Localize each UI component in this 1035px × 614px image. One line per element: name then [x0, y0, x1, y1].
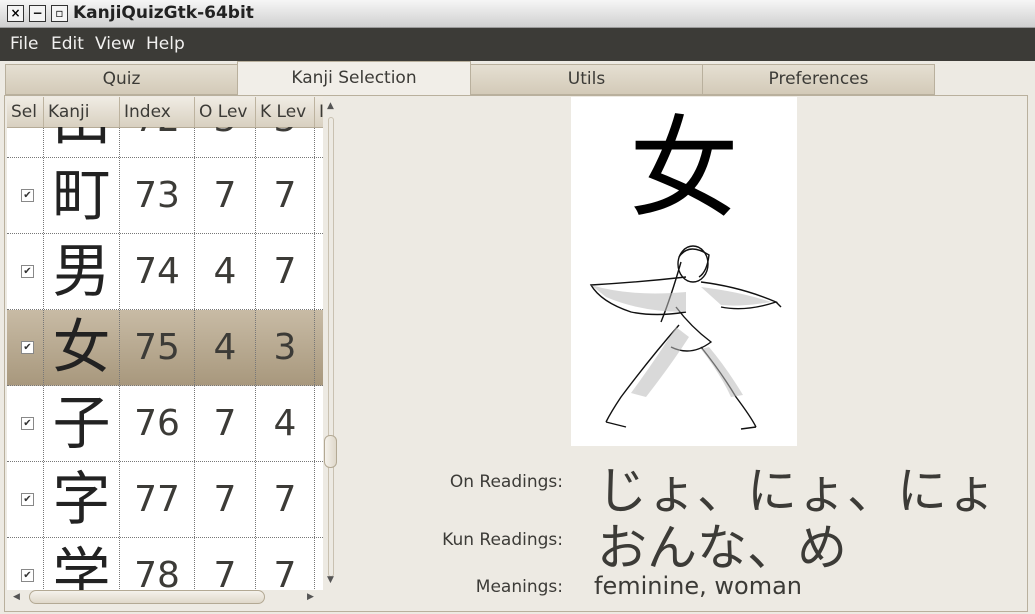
kanji-cell: 子 [44, 386, 120, 461]
index-cell: 73 [120, 158, 195, 233]
extra-cell [315, 127, 323, 157]
on-readings-label: On Readings: [449, 472, 563, 492]
kanji-cell: 田 [44, 127, 120, 157]
k-lev-cell: 3 [256, 310, 315, 385]
kanji-cell: 女 [44, 310, 120, 385]
index-cell: 78 [120, 538, 195, 590]
o-lev-cell: 7 [195, 538, 256, 590]
tab-quiz[interactable]: Quiz [5, 64, 238, 95]
scroll-thumb[interactable] [324, 435, 337, 468]
scroll-up-arrow-icon[interactable]: ▲ [327, 101, 334, 111]
kanji-mnemonic-image: 女 [571, 97, 797, 446]
sel-cell: ✔ [7, 234, 44, 309]
column-header-k-lev[interactable]: K Lev [256, 97, 315, 127]
k-lev-cell: 3 [256, 127, 315, 157]
extra-cell [315, 158, 323, 233]
scroll-left-arrow-icon[interactable]: ◀ [13, 592, 20, 602]
scroll-down-arrow-icon[interactable]: ▼ [327, 575, 334, 585]
scroll-right-arrow-icon[interactable]: ▶ [307, 592, 314, 602]
column-header-kanji[interactable]: Kanji [44, 97, 120, 127]
table-row[interactable]: ✔ 町 73 7 7 [7, 158, 323, 234]
k-lev-cell: 7 [256, 462, 315, 537]
menu-file[interactable]: File [10, 34, 38, 54]
tab-bar: Quiz Kanji Selection Utils Preferences [0, 61, 1035, 96]
index-cell: 76 [120, 386, 195, 461]
column-header-index[interactable]: Index [120, 97, 195, 127]
close-window-button[interactable]: × [7, 5, 24, 22]
horizontal-scroll-thumb[interactable] [29, 590, 265, 604]
kanji-table[interactable]: Sel Kanji Index O Lev K Lev I ✔田7233✔町73… [7, 97, 323, 590]
kun-readings-value: おんな、め [597, 519, 847, 577]
index-cell: 72 [120, 127, 195, 157]
tab-utils[interactable]: Utils [470, 64, 703, 95]
sel-cell: ✔ [7, 386, 44, 461]
tab-kanji-selection[interactable]: Kanji Selection [237, 61, 471, 96]
select-checkbox[interactable]: ✔ [21, 417, 34, 430]
column-header-o-lev[interactable]: O Lev [195, 97, 256, 127]
kanji-cell: 町 [44, 158, 120, 233]
sel-cell: ✔ [7, 462, 44, 537]
index-cell: 75 [120, 310, 195, 385]
column-header-sel[interactable]: Sel [7, 97, 44, 127]
extra-cell [315, 386, 323, 461]
menu-help[interactable]: Help [146, 34, 185, 54]
table-row[interactable]: ✔ 女 75 4 3 [7, 310, 323, 386]
k-lev-cell: 7 [256, 158, 315, 233]
sel-cell: ✔ [7, 310, 44, 385]
select-checkbox[interactable]: ✔ [21, 265, 34, 278]
k-lev-cell: 4 [256, 386, 315, 461]
index-cell: 74 [120, 234, 195, 309]
table-row[interactable]: ✔ 男 74 4 7 [7, 234, 323, 310]
minimize-window-button[interactable]: − [29, 5, 46, 22]
o-lev-cell: 3 [195, 127, 256, 157]
table-row[interactable]: ✔田7233 [7, 127, 323, 158]
o-lev-cell: 7 [195, 158, 256, 233]
table-header: Sel Kanji Index O Lev K Lev I [7, 97, 323, 128]
table-body: ✔田7233✔町7377✔男7447✔女7543✔子7674✔字7777✔学78… [7, 127, 323, 590]
table-vertical-scrollbar[interactable]: ▲ ▼ [323, 97, 339, 590]
k-lev-cell: 7 [256, 538, 315, 590]
select-checkbox[interactable]: ✔ [21, 493, 34, 506]
select-checkbox[interactable]: ✔ [21, 569, 34, 582]
meanings-label: Meanings: [475, 577, 563, 597]
sel-cell: ✔ [7, 158, 44, 233]
title-bar: × − ▫ KanjiQuizGtk-64bit [0, 0, 1035, 28]
select-checkbox[interactable]: ✔ [21, 189, 34, 202]
o-lev-cell: 4 [195, 310, 256, 385]
sel-cell: ✔ [7, 538, 44, 590]
select-checkbox[interactable]: ✔ [21, 341, 34, 354]
kanji-cell: 字 [44, 462, 120, 537]
tab-preferences[interactable]: Preferences [702, 64, 935, 95]
table-row[interactable]: ✔ 学 78 7 7 [7, 538, 323, 590]
index-cell: 77 [120, 462, 195, 537]
table-row[interactable]: ✔ 子 76 7 4 [7, 386, 323, 462]
o-lev-cell: 7 [195, 462, 256, 537]
sel-cell: ✔ [7, 127, 44, 157]
meanings-value: feminine, woman [594, 572, 802, 600]
extra-cell [315, 462, 323, 537]
kun-readings-label: Kun Readings: [442, 530, 563, 550]
window-title: KanjiQuizGtk-64bit [73, 3, 254, 23]
extra-cell [315, 538, 323, 590]
column-header-extra[interactable]: I [315, 97, 323, 127]
maximize-window-button[interactable]: ▫ [51, 5, 68, 22]
extra-cell [315, 310, 323, 385]
table-horizontal-scrollbar[interactable]: ◀ ▶ [7, 588, 323, 608]
menu-edit[interactable]: Edit [51, 34, 84, 54]
o-lev-cell: 7 [195, 386, 256, 461]
menu-bar: File Edit View Help [0, 28, 1035, 61]
kanji-cell: 学 [44, 538, 120, 590]
menu-view[interactable]: View [95, 34, 135, 54]
scroll-track [328, 117, 334, 577]
k-lev-cell: 7 [256, 234, 315, 309]
o-lev-cell: 4 [195, 234, 256, 309]
kanji-cell: 男 [44, 234, 120, 309]
extra-cell [315, 234, 323, 309]
dancer-illustration [589, 245, 782, 430]
table-row[interactable]: ✔ 字 77 7 7 [7, 462, 323, 538]
